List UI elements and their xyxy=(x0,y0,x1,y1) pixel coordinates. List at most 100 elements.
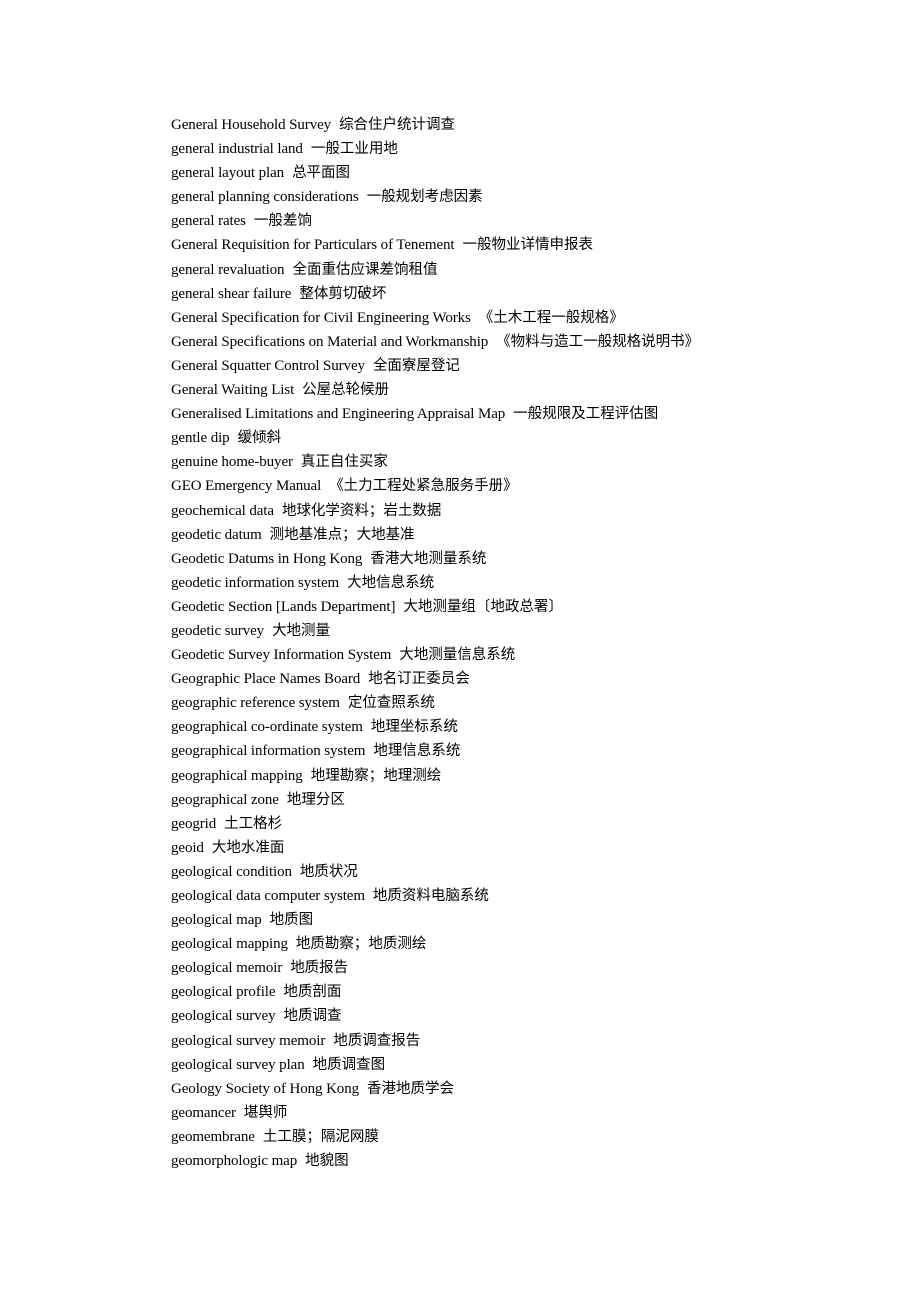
chinese-translation: 大地水准面 xyxy=(211,839,285,856)
english-term: Geodetic Section [Lands Department] xyxy=(171,598,396,615)
chinese-translation: 大地测量 xyxy=(272,622,331,639)
glossary-entry: General Household Survey 综合住户统计调查 xyxy=(171,113,871,137)
english-term: Geographic Place Names Board xyxy=(171,671,361,688)
english-term: geological profile xyxy=(171,984,276,1001)
chinese-translation: 地球化学资料；岩土数据 xyxy=(281,502,442,519)
english-term: general shear failure xyxy=(171,285,292,302)
english-term: general revaluation xyxy=(171,261,285,278)
english-term: geological data computer system xyxy=(171,888,365,904)
chinese-translation: 地质调查报告 xyxy=(333,1032,421,1049)
english-term: geodetic information system xyxy=(171,574,340,591)
glossary-entry: geological mapping 地质勘察；地质测绘 xyxy=(171,932,871,956)
glossary-entry: geogrid 土工格杉 xyxy=(171,812,871,836)
glossary-entry: geological survey 地质调查 xyxy=(171,1004,871,1028)
glossary-entry: Geology Society of Hong Kong 香港地质学会 xyxy=(171,1077,871,1101)
chinese-translation: 全面寮屋登记 xyxy=(372,357,460,374)
english-term: general industrial land xyxy=(171,141,303,158)
english-term: geographic reference system xyxy=(171,695,340,712)
glossary-entry: general rates 一般差饷 xyxy=(171,209,871,233)
chinese-translation: 香港大地测量系统 xyxy=(370,550,487,567)
glossary-entry: gentle dip 缓倾斜 xyxy=(171,426,871,450)
chinese-translation: 一般规限及工程评估图 xyxy=(513,406,659,423)
chinese-translation: 大地测量组〔地政总署〕 xyxy=(403,598,563,615)
chinese-translation: 地名订正委员会 xyxy=(368,671,470,688)
glossary-entry: geographical mapping 地理勘察；地理测绘 xyxy=(171,764,871,788)
glossary-entry: geochemical data 地球化学资料；岩土数据 xyxy=(171,499,871,523)
english-term: geodetic datum xyxy=(171,526,262,543)
glossary-entry: geodetic information system 大地信息系统 xyxy=(171,571,871,595)
chinese-translation: 大地测量信息系统 xyxy=(399,647,516,664)
glossary-entry: General Requisition for Particulars of T… xyxy=(171,233,871,257)
english-term: General Specification for Civil Engineer… xyxy=(171,309,471,326)
english-term: General Waiting List xyxy=(171,382,295,399)
glossary-entry: General Waiting List 公屋总轮候册 xyxy=(171,378,871,402)
glossary-entry: geodetic survey 大地测量 xyxy=(171,619,871,643)
glossary-entry: geographic reference system 定位查照系统 xyxy=(171,691,871,715)
glossary-entry: general revaluation 全面重估应课差饷租值 xyxy=(171,258,871,282)
glossary-entry: Geodetic Datums in Hong Kong 香港大地测量系统 xyxy=(171,547,871,571)
chinese-translation: 地质剖面 xyxy=(283,984,342,1001)
glossary-entry: Geographic Place Names Board 地名订正委员会 xyxy=(171,667,871,691)
english-term: geological survey plan xyxy=(171,1056,305,1073)
english-term: Generalised Limitations and Engineering … xyxy=(171,406,506,423)
chinese-translation: 整体剪切破坏 xyxy=(299,285,387,302)
chinese-translation: 缓倾斜 xyxy=(237,430,282,447)
english-term: geomorphologic map xyxy=(171,1153,298,1170)
chinese-translation: 堪舆师 xyxy=(243,1104,288,1121)
chinese-translation: 一般物业详情申报表 xyxy=(462,237,593,254)
chinese-translation: 一般工业用地 xyxy=(310,141,398,158)
glossary-entry: geographical zone 地理分区 xyxy=(171,788,871,812)
english-term: geological map xyxy=(171,912,262,929)
english-term: genuine home-buyer xyxy=(171,454,293,471)
english-term: general planning considerations xyxy=(171,189,359,206)
glossary-entry: Generalised Limitations and Engineering … xyxy=(171,402,871,426)
chinese-translation: 一般规划考虑因素 xyxy=(366,189,483,206)
chinese-translation: 地质报告 xyxy=(290,960,349,977)
glossary-page: General Household Survey 综合住户统计调查 general… xyxy=(171,113,871,1173)
english-term: geographical mapping xyxy=(171,767,303,784)
glossary-entry: geomorphologic map 地貌图 xyxy=(171,1149,871,1173)
glossary-entry: geological survey memoir 地质调查报告 xyxy=(171,1029,871,1053)
english-term: geological mapping xyxy=(171,936,288,953)
glossary-entry: geographical co-ordinate system 地理坐标系统 xyxy=(171,715,871,739)
english-term: General Squatter Control Survey xyxy=(171,357,365,374)
chinese-translation: 定位查照系统 xyxy=(347,695,435,712)
chinese-translation: 真正自住买家 xyxy=(300,454,388,471)
english-term: geographical information system xyxy=(171,743,366,760)
glossary-entry: Geodetic Survey Information System 大地测量信息… xyxy=(171,643,871,667)
english-term: General Requisition for Particulars of T… xyxy=(171,237,455,254)
glossary-entry: geographical information system 地理信息系统 xyxy=(171,739,871,763)
chinese-translation: 地理分区 xyxy=(286,791,345,808)
chinese-translation: 全面重估应课差饷租值 xyxy=(292,261,438,278)
chinese-translation: 地理信息系统 xyxy=(373,743,461,760)
glossary-entry: geodetic datum 测地基准点；大地基准 xyxy=(171,523,871,547)
glossary-entry: geoid 大地水准面 xyxy=(171,836,871,860)
english-term: geogrid xyxy=(171,815,217,832)
chinese-translation: 《土木工程一般规格》 xyxy=(478,309,624,326)
glossary-entry: geological condition 地质状况 xyxy=(171,860,871,884)
english-term: general layout plan xyxy=(171,165,285,182)
english-term: Geology Society of Hong Kong xyxy=(171,1080,360,1097)
chinese-translation: 地质资料电脑系统 xyxy=(372,888,489,904)
english-term: geological survey xyxy=(171,1008,276,1025)
english-term: geological condition xyxy=(171,863,292,880)
english-term: geographical co-ordinate system xyxy=(171,719,363,736)
english-term: geomembrane xyxy=(171,1128,255,1145)
english-term: geological memoir xyxy=(171,960,283,977)
glossary-entry: GEO Emergency Manual 《土力工程处紧急服务手册》 xyxy=(171,474,871,498)
english-term: geochemical data xyxy=(171,502,274,519)
english-term: geomancer xyxy=(171,1104,236,1121)
chinese-translation: 土工膜；隔泥网膜 xyxy=(262,1128,379,1145)
chinese-translation: 大地信息系统 xyxy=(347,574,435,591)
chinese-translation: 公屋总轮候册 xyxy=(302,382,390,399)
chinese-translation: 一般差饷 xyxy=(253,213,312,230)
glossary-entry: geomancer 堪舆师 xyxy=(171,1101,871,1125)
glossary-entry: geomembrane 土工膜；隔泥网膜 xyxy=(171,1125,871,1149)
chinese-translation: 地质勘察；地质测绘 xyxy=(295,936,427,953)
english-term: geoid xyxy=(171,839,204,856)
chinese-translation: 地质调查 xyxy=(283,1008,342,1025)
chinese-translation: 综合住户统计调查 xyxy=(339,117,456,133)
chinese-translation: 地质调查图 xyxy=(312,1056,386,1073)
chinese-translation: 地理坐标系统 xyxy=(370,719,458,736)
chinese-translation: 地理勘察；地理测绘 xyxy=(310,767,442,784)
